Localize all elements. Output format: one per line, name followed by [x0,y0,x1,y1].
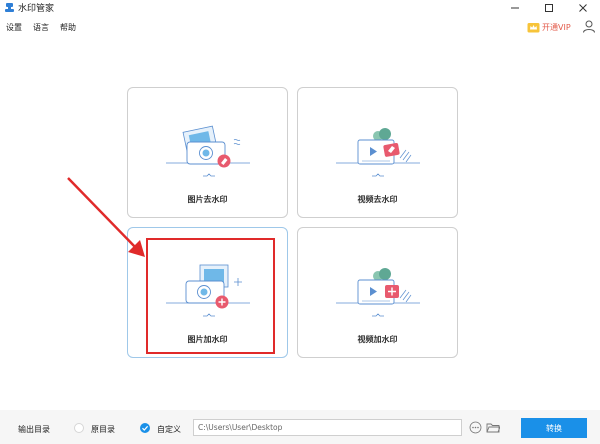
card-photo-remove-watermark[interactable]: 图片去水印 [127,87,288,218]
title-bar: 水印管家 [0,0,600,16]
video-remove-watermark-icon [336,128,420,177]
card-video-remove-watermark[interactable]: 视频去水印 [297,87,458,218]
menu-bar: 设置 语言 帮助 [0,18,600,38]
photo-add-watermark-icon [166,264,250,317]
card-label: 视频去水印 [357,195,398,204]
minimize-button[interactable] [503,0,527,16]
vip-button[interactable]: 开通VIP [527,20,571,34]
output-dir-label: 输出目录 [18,425,50,434]
photo-remove-watermark-icon [166,125,250,177]
app-title: 水印管家 [18,4,55,14]
menu-help[interactable]: 帮助 [60,22,76,33]
card-video-add-watermark[interactable]: 视频加水印 [297,227,458,358]
maximize-button[interactable] [537,0,561,16]
radio-custom-dir[interactable] [140,423,150,433]
crown-icon [527,22,540,32]
radio-original-dir[interactable] [74,423,84,433]
minimize-icon [511,7,519,9]
app-logo-icon [5,3,14,12]
close-button[interactable] [571,0,595,16]
output-path-input[interactable] [193,419,462,436]
user-icon[interactable] [582,19,596,33]
more-options-icon[interactable] [469,421,482,434]
convert-button[interactable]: 转换 [521,418,587,438]
close-icon [579,4,587,12]
card-label: 视频加水印 [357,335,398,344]
card-photo-add-watermark[interactable]: 图片加水印 [127,227,288,358]
folder-icon[interactable] [486,421,500,434]
menu-language[interactable]: 语言 [33,22,49,33]
vip-label: 开通VIP [542,22,571,32]
check-icon [142,425,149,431]
card-label: 图片去水印 [187,195,228,204]
maximize-icon [545,4,553,12]
annotation-arrow-icon [67,177,145,257]
video-add-watermark-icon [336,268,420,317]
radio-custom-label: 自定义 [157,425,181,434]
menu-settings[interactable]: 设置 [6,22,22,33]
card-label: 图片加水印 [187,335,228,344]
radio-original-label: 原目录 [91,425,115,434]
